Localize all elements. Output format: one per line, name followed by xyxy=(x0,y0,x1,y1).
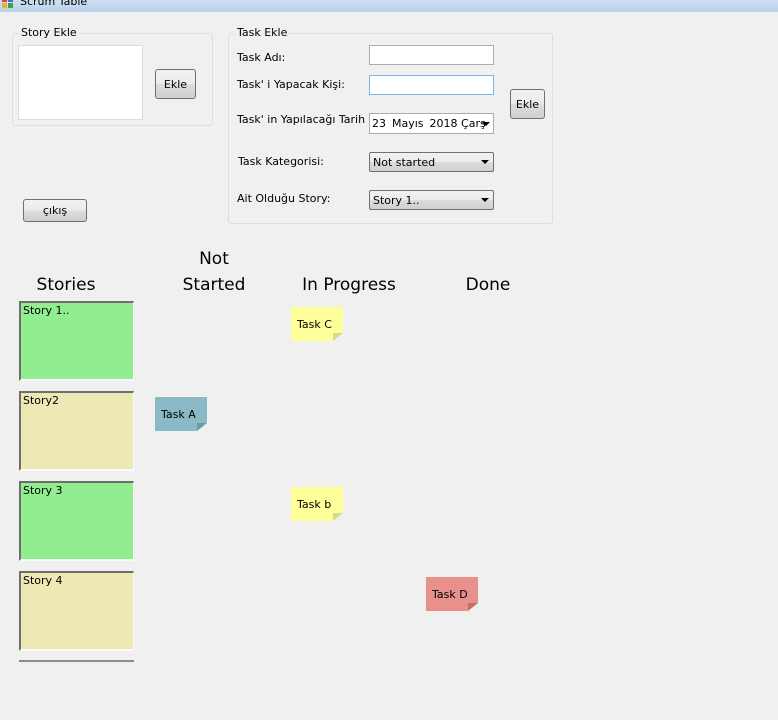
task-note-label: Task C xyxy=(297,317,332,331)
note-fold xyxy=(197,423,207,431)
app-icon-square xyxy=(8,0,13,2)
task-date-label: Task' in Yapılacağı Tarih xyxy=(237,113,366,126)
in-progress-column-header: In Progress xyxy=(302,275,396,295)
task-name-label: Task Adı: xyxy=(237,51,286,64)
date-day[interactable]: 23 xyxy=(372,117,386,130)
date-year-day[interactable]: 2018 Çarş xyxy=(430,117,486,130)
task-story-label: Ait Olduğu Story: xyxy=(237,192,331,205)
chevron-down-icon[interactable] xyxy=(481,160,489,164)
story-card-label: Story 1.. xyxy=(23,304,70,317)
app-icon-square xyxy=(2,0,7,2)
task-category-select[interactable]: Not started xyxy=(369,152,494,172)
story-card-label: Story 4 xyxy=(23,574,63,587)
done-column-header: Done xyxy=(465,275,511,295)
story-card-label: Story 3 xyxy=(23,484,63,497)
exit-button[interactable]: çıkış xyxy=(23,199,87,222)
note-fold xyxy=(333,333,343,341)
chevron-down-icon[interactable] xyxy=(481,198,489,202)
date-month[interactable]: Mayıs xyxy=(392,117,424,130)
task-note[interactable]: Task b xyxy=(291,487,343,521)
task-category-label: Task Kategorisi: xyxy=(238,155,324,168)
task-story-value: Story 1.. xyxy=(373,193,420,207)
task-note[interactable]: Task D xyxy=(426,577,478,611)
not-started-column-header-line2: Started xyxy=(182,275,246,295)
note-fold xyxy=(468,603,478,611)
task-assignee-input[interactable] xyxy=(369,75,494,95)
window-title: Scrum Table xyxy=(20,0,88,8)
app-icon xyxy=(2,0,15,10)
task-category-value: Not started xyxy=(373,155,436,169)
divider xyxy=(19,660,134,662)
story-card-label: Story2 xyxy=(23,394,60,407)
chevron-down-icon[interactable] xyxy=(482,122,490,126)
task-note-label: Task A xyxy=(161,407,196,421)
story-card[interactable]: Story2 xyxy=(19,391,134,471)
task-assignee-label: Task' i Yapacak Kişi: xyxy=(237,78,345,91)
window-titlebar[interactable]: Scrum Table xyxy=(0,0,778,12)
story-text-input[interactable] xyxy=(18,45,143,120)
task-name-input[interactable] xyxy=(369,45,494,65)
task-add-button[interactable]: Ekle xyxy=(510,89,545,119)
note-fold xyxy=(333,513,343,521)
story-card[interactable]: Story 4 xyxy=(19,571,134,651)
task-note[interactable]: Task A xyxy=(155,397,207,431)
app-icon-square xyxy=(8,3,13,8)
task-date-picker[interactable]: 23 Mayıs 2018 Çarş xyxy=(369,113,494,134)
task-note-label: Task D xyxy=(432,587,468,601)
task-add-legend: Task Ekle xyxy=(237,26,288,39)
story-add-legend: Story Ekle xyxy=(21,26,77,39)
task-story-select[interactable]: Story 1.. xyxy=(369,190,494,210)
story-card[interactable]: Story 3 xyxy=(19,481,134,561)
task-note[interactable]: Task C xyxy=(291,307,343,341)
task-note-label: Task b xyxy=(297,497,332,511)
not-started-column-header-line1: Not xyxy=(199,249,229,269)
stories-column-header: Stories xyxy=(36,275,96,295)
app-icon-square xyxy=(2,3,7,8)
story-add-button[interactable]: Ekle xyxy=(155,69,196,99)
story-card[interactable]: Story 1.. xyxy=(19,301,134,381)
